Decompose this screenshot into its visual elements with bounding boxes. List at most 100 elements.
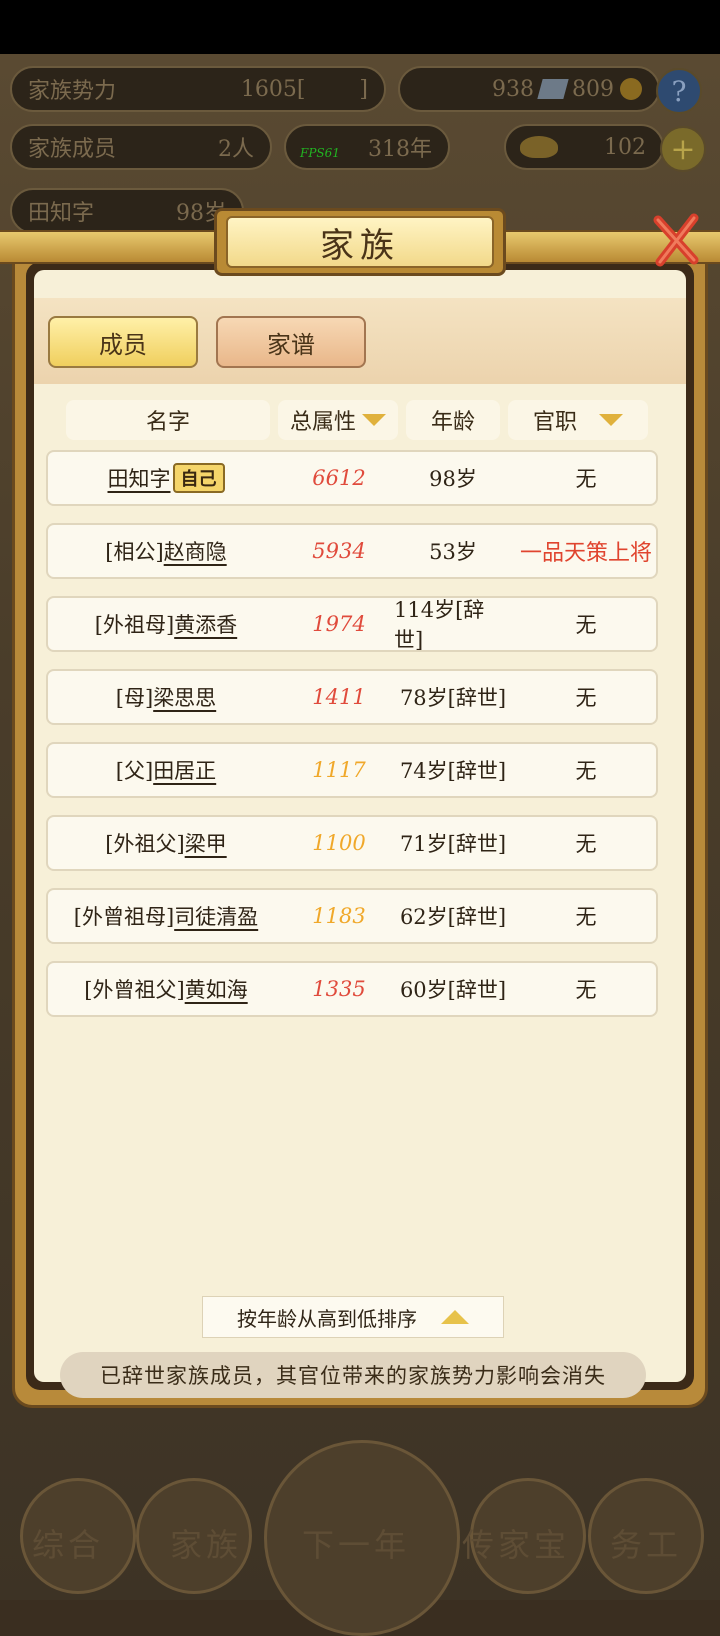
column-name-label: 名字 (145, 410, 190, 435)
currency-box: 938 809 (398, 66, 660, 112)
player-box: 田知字 98岁 (10, 188, 244, 234)
relation-label: [外曾祖父] (84, 978, 185, 1002)
sort-by-age-button[interactable]: 按年龄从高到低排序 (202, 1296, 504, 1338)
clan-power-suffix: ] (359, 76, 368, 102)
member-name-link[interactable]: 赵商隐 (164, 536, 227, 566)
age-value: 78岁[辞世] (399, 686, 507, 710)
nav-label-heirloom[interactable]: 传家宝 (462, 1520, 570, 1566)
player-name: 田知字 (28, 201, 95, 226)
office-value: 无 (575, 686, 597, 710)
total-attr-value: 1117 (312, 758, 366, 782)
member-name-cell: [外曾祖父] 黄如海 (48, 963, 284, 1015)
nav-label-overview[interactable]: 综合 (32, 1520, 104, 1566)
relation-label: [母] (115, 686, 154, 710)
column-age-label: 年龄 (430, 410, 475, 435)
total-attr-value: 5934 (312, 539, 366, 563)
gold-value: 102 (604, 134, 646, 160)
clan-power-value: 1605[ (240, 76, 306, 102)
sort-label: 按年龄从高到低排序 (237, 1306, 417, 1331)
members-value: 2人 (218, 137, 254, 162)
gold-box: 102 (504, 124, 664, 170)
self-badge: 自己 (172, 463, 225, 493)
silver-icon (537, 79, 569, 99)
office-value: 无 (575, 467, 597, 491)
age-value: 74岁[辞世] (399, 759, 507, 783)
total-attr-value: 1100 (312, 831, 366, 855)
total-attr-value: 1183 (312, 904, 366, 928)
sort-up-icon (441, 1310, 469, 1324)
column-office-label: 官职 (532, 410, 577, 435)
member-name-link[interactable]: 梁思思 (153, 682, 216, 712)
close-icon[interactable] (650, 210, 702, 270)
age-value: 53岁 (429, 540, 477, 564)
office-value: 无 (575, 978, 597, 1002)
column-header-attr[interactable]: 总属性 (278, 400, 398, 440)
table-row[interactable]: [外曾祖母] 司徒清盈 1183 62岁[辞世] 无 (46, 888, 658, 944)
total-attr-value: 6612 (312, 466, 366, 490)
nav-label-clan[interactable]: 家族 (170, 1520, 242, 1566)
dialog-title: 家族 (226, 216, 494, 268)
year-value: 318年 (368, 137, 432, 162)
silver-value: 938 (492, 76, 534, 102)
relation-label: [父] (115, 759, 154, 783)
fps-counter: FPS61 (300, 146, 340, 160)
table-row[interactable]: [外曾祖父] 黄如海 1335 60岁[辞世] 无 (46, 961, 658, 1017)
plus-icon[interactable]: + (660, 126, 706, 172)
sort-down-icon[interactable] (599, 414, 623, 426)
member-name-cell: [外祖父] 梁甲 (48, 817, 284, 869)
member-name-cell: [相公] 赵商隐 (48, 525, 284, 577)
nav-label-work[interactable]: 务工 (610, 1520, 682, 1566)
table-row[interactable]: 田知字 自己 6612 98岁 无 (46, 450, 658, 506)
tab-members[interactable]: 成员 (48, 316, 198, 368)
age-value: 71岁[辞世] (399, 832, 507, 856)
member-name-link[interactable]: 司徒清盈 (174, 901, 258, 931)
coin-icon (620, 78, 642, 100)
age-value: 62岁[辞世] (399, 905, 507, 929)
member-name-link[interactable]: 田居正 (153, 755, 216, 785)
gold-ingot-icon (520, 136, 558, 158)
total-attr-value: 1974 (312, 612, 366, 636)
deceased-notice: 已辞世家族成员，其官位带来的家族势力影响会消失 (60, 1352, 646, 1398)
table-row[interactable]: [父] 田居正 1117 74岁[辞世] 无 (46, 742, 658, 798)
column-header-name: 名字 (66, 400, 270, 440)
tab-family-tree[interactable]: 家谱 (216, 316, 366, 368)
copper-value: 809 (572, 76, 614, 102)
column-attr-label: 总属性 (289, 410, 356, 435)
nav-label-next-year[interactable]: 下一年 (302, 1520, 410, 1566)
office-value: 无 (575, 759, 597, 783)
column-header-age: 年龄 (406, 400, 500, 440)
table-row[interactable]: [母] 梁思思 1411 78岁[辞世] 无 (46, 669, 658, 725)
total-attr-value: 1335 (312, 977, 366, 1001)
table-row[interactable]: [相公] 赵商隐 5934 53岁 一品天策上将 (46, 523, 658, 579)
member-name-link[interactable]: 黄如海 (185, 974, 248, 1004)
members-box: 家族成员 2人 (10, 124, 272, 170)
table-row[interactable]: [外祖父] 梁甲 1100 71岁[辞世] 无 (46, 815, 658, 871)
total-attr-value: 1411 (312, 685, 366, 709)
column-header-office[interactable]: 官职 (508, 400, 648, 440)
member-name-cell: [外祖母] 黄添香 (48, 598, 284, 650)
relation-label: [外祖父] (105, 832, 185, 856)
relation-label: [外祖母] (94, 613, 175, 637)
sort-down-icon[interactable] (362, 414, 386, 426)
age-value: 98岁 (429, 467, 477, 491)
member-name-link[interactable]: 田知字 (108, 463, 171, 493)
age-value: 60岁[辞世] (399, 978, 507, 1002)
relation-label: [相公] (105, 540, 164, 564)
office-value: 无 (575, 613, 597, 637)
clan-power-label: 家族势力 (28, 79, 117, 104)
office-value: 一品天策上将 (519, 541, 652, 566)
age-value: 114岁[辞世] (394, 598, 485, 652)
member-name-cell: [父] 田居正 (48, 744, 284, 796)
clan-power-box: 家族势力 1605[ ] (10, 66, 386, 112)
office-value: 无 (575, 832, 597, 856)
members-label: 家族成员 (28, 137, 117, 162)
office-value: 无 (575, 905, 597, 929)
question-icon[interactable]: ? (656, 68, 702, 114)
member-name-link[interactable]: 梁甲 (185, 828, 227, 858)
table-row[interactable]: [外祖母] 黄添香 1974 114岁[辞世] 无 (46, 596, 658, 652)
member-name-cell: 田知字 自己 (48, 452, 284, 504)
member-name-link[interactable]: 黄添香 (174, 609, 237, 639)
status-bar (0, 0, 720, 54)
relation-label: [外曾祖母] (73, 905, 175, 929)
member-name-cell: [母] 梁思思 (48, 671, 284, 723)
